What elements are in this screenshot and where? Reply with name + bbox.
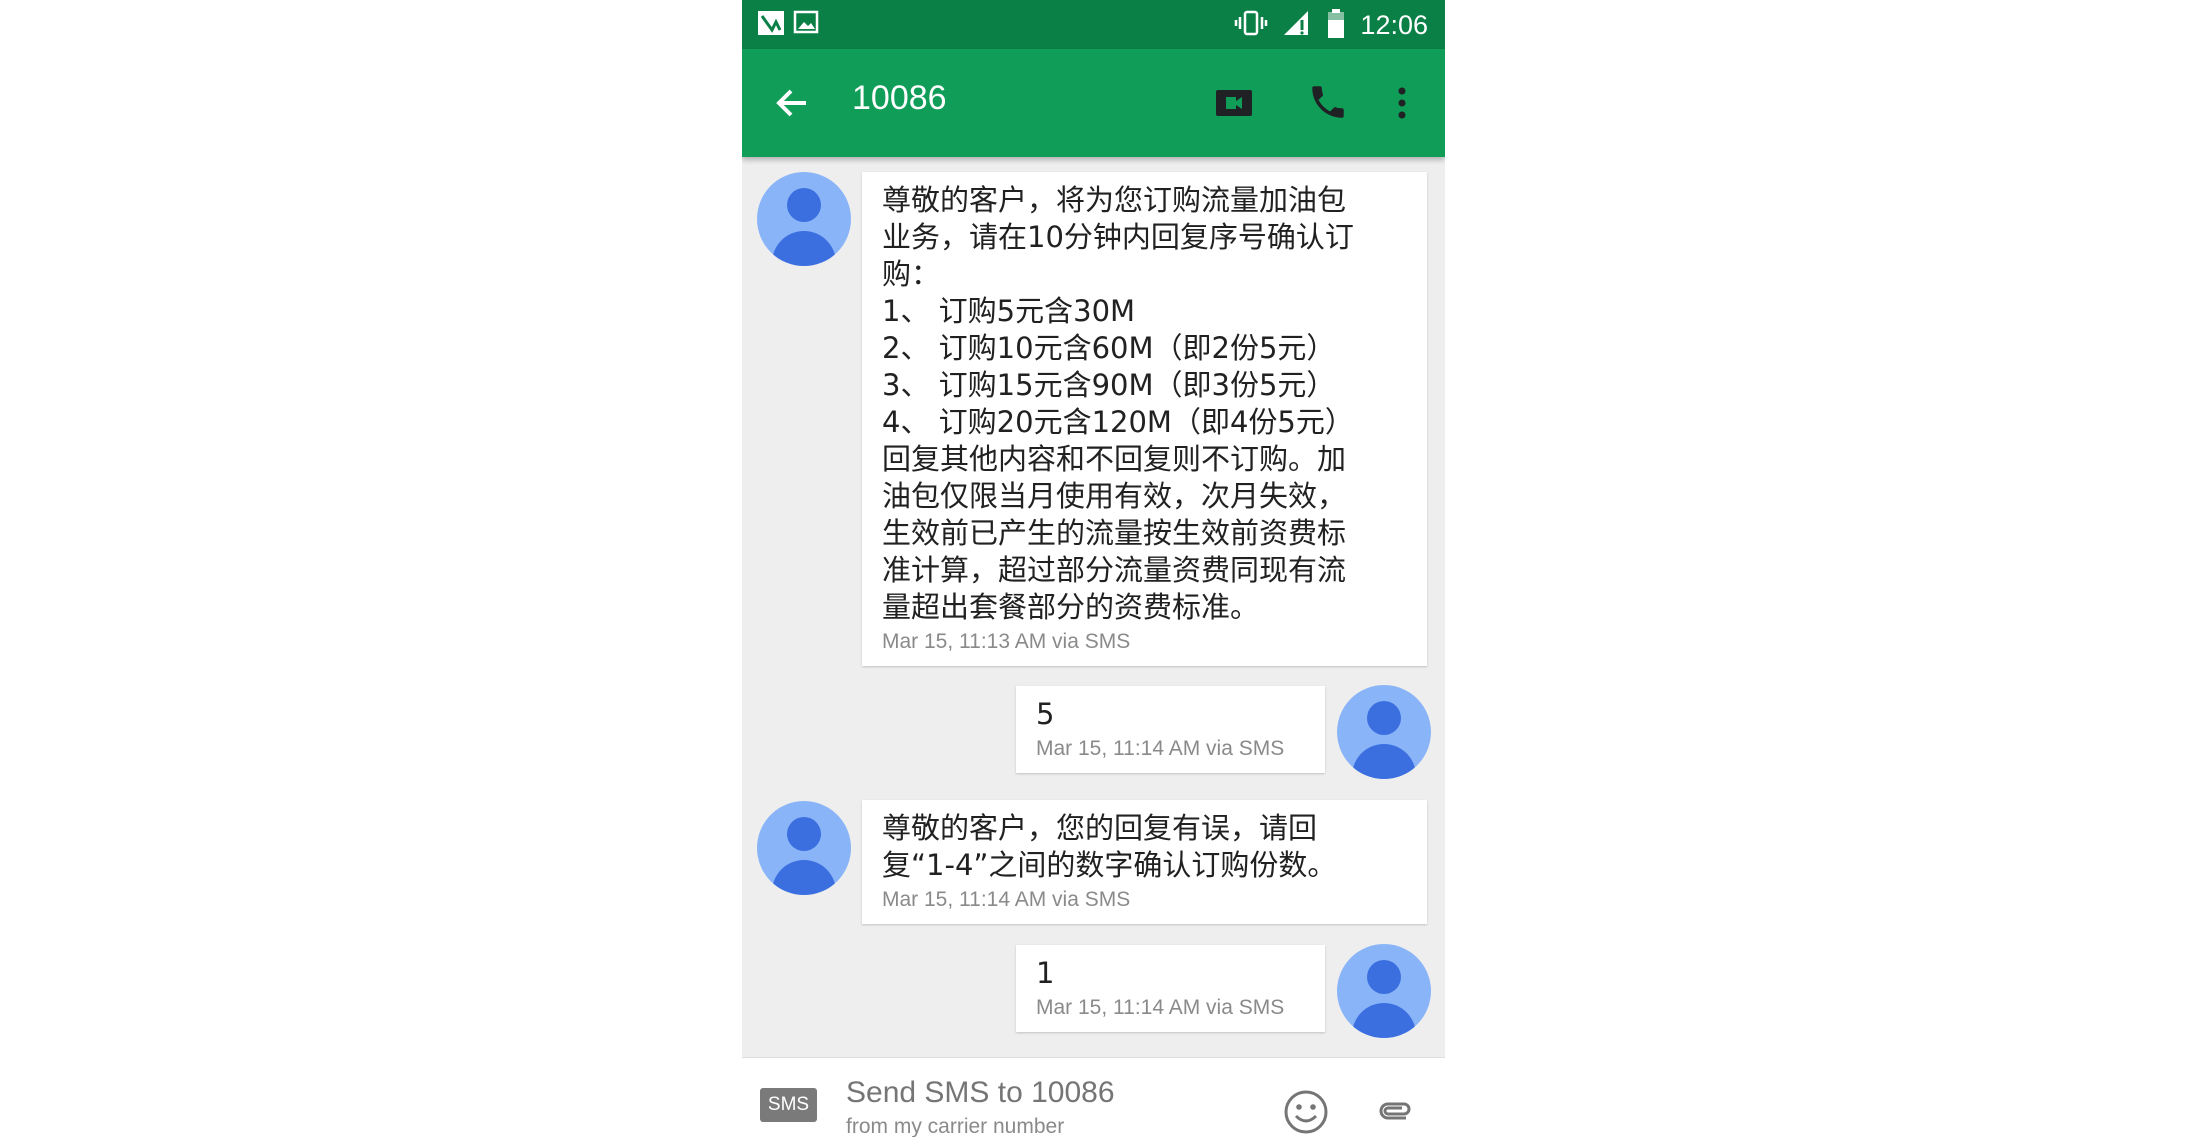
incoming-message[interactable]: 尊敬的客户，您的回复有误，请回 复“1-4”之间的数字确认订购份数。 Mar 1… [862,800,1427,924]
phone-icon[interactable] [1307,81,1349,127]
message-timestamp: Mar 15, 11:14 AM via SMS [1036,737,1285,760]
attach-icon[interactable] [1370,1090,1414,1134]
incoming-message[interactable]: 尊敬的客户，将为您订购流量加油包 业务，请在10分钟内回复序号确认订 购： 1、… [862,172,1427,666]
more-vert-icon[interactable] [1392,81,1412,129]
sms-badge[interactable]: SMS [760,1088,817,1122]
status-time: 12:06 [1360,10,1428,40]
compose-bar: SMS Send SMS to 10086 from my carrier nu… [742,1057,1445,1137]
self-avatar[interactable] [1337,685,1431,779]
phone-screen: 12:06 10086 尊敬的客户，将为您订购流量加油包 业务，请在10分钟内回… [742,0,1445,1137]
message-timestamp: Mar 15, 11:14 AM via SMS [1036,996,1285,1019]
back-arrow-icon[interactable] [772,83,812,123]
compose-subtext: from my carrier number [846,1115,1065,1137]
app-bar: 10086 [742,49,1445,157]
contact-avatar[interactable] [757,801,851,895]
message-text: 尊敬的客户，将为您订购流量加油包 业务，请在10分钟内回复序号确认订 购： 1、… [882,183,1354,624]
message-text: 尊敬的客户，您的回复有误，请回 复“1-4”之间的数字确认订购份数。 [882,811,1337,882]
conversation-title: 10086 [852,79,947,117]
vibrate-icon [1234,8,1268,42]
outgoing-message[interactable]: 5 Mar 15, 11:14 AM via SMS [1016,686,1325,773]
self-avatar[interactable] [1337,944,1431,1038]
message-thread[interactable]: 尊敬的客户，将为您订购流量加油包 业务，请在10分钟内回复序号确认订 购： 1、… [742,157,1445,1057]
emoji-icon[interactable] [1282,1088,1330,1137]
message-text: 1 [1036,956,1055,990]
compose-input[interactable]: Send SMS to 10086 [846,1076,1115,1110]
message-text: 5 [1036,697,1055,731]
status-bar: 12:06 [742,0,1445,49]
outgoing-message[interactable]: 1 Mar 15, 11:14 AM via SMS [1016,945,1325,1032]
message-timestamp: Mar 15, 11:13 AM via SMS [882,630,1131,653]
battery-icon [1326,8,1346,44]
video-call-icon[interactable] [1212,83,1256,127]
image-notification-icon [792,8,820,40]
signal-icon [1282,8,1312,42]
message-timestamp: Mar 15, 11:14 AM via SMS [882,888,1131,911]
app-notification-icon [756,8,786,42]
contact-avatar[interactable] [757,172,851,266]
